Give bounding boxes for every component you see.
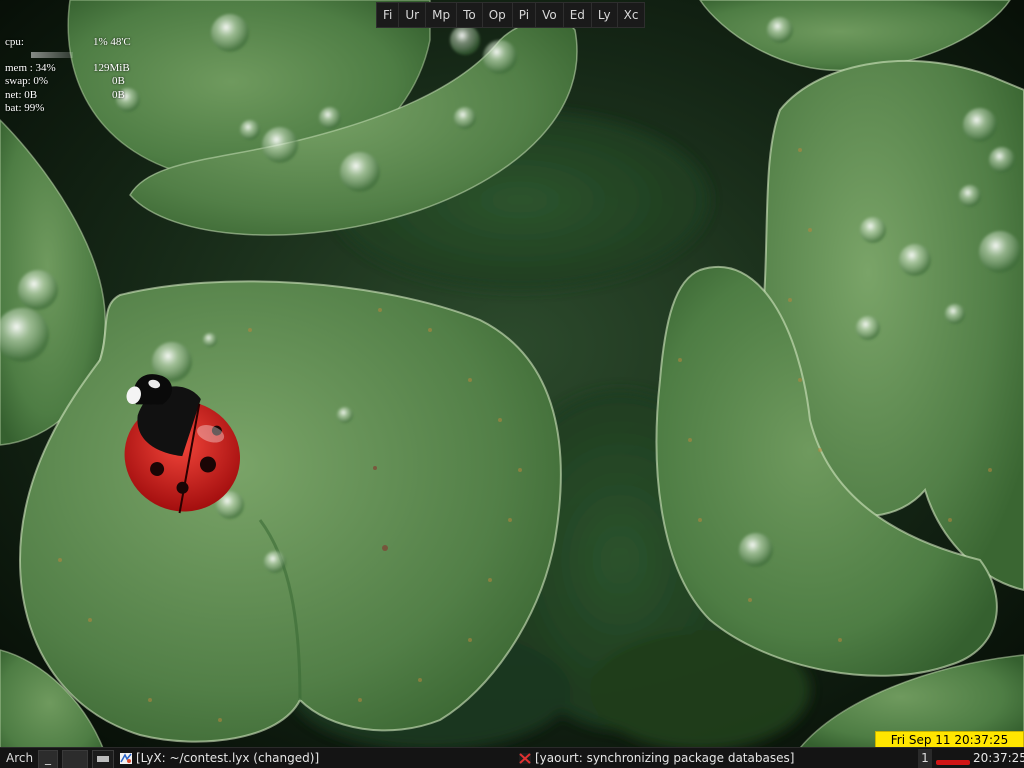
taskbar-item-title: [yaourt: synchronizing package databases… [535,751,795,765]
cpu-label: cpu: [5,36,24,48]
tag-item[interactable]: Op [483,3,513,27]
mem-label: mem : 34% [5,61,56,74]
tag-item[interactable]: Xc [618,3,645,27]
swap-label: swap: 0% [5,75,49,87]
tag-item[interactable]: Mp [426,3,458,27]
battery-bar [936,760,970,765]
desktop: Fi Ur Mp To Op Pi Vo Ed Ly Xc cpu: 1% 48… [0,0,1024,768]
empty-workspace-slot[interactable] [62,750,88,768]
mem-value: 129MiB [93,61,130,74]
battery-label: bat: 99% [5,102,45,114]
taskbar-item-title: [LyX: ~/contest.lyx (changed)] [136,751,320,765]
net-label: net: 0B [5,88,38,101]
tag-item[interactable]: Ed [564,3,592,27]
clock[interactable]: 20:37:25 [973,748,1024,768]
window-list-icon[interactable] [92,750,114,768]
x-terminal-icon [519,753,531,764]
cpu-graph [31,51,73,58]
system-monitor: cpu: 1% 48'C mem : 34% 129MiB swap: 0% 0… [5,36,155,116]
cpu-row: cpu: 1% 48'C [5,36,155,50]
tag-item[interactable]: Ur [399,3,427,27]
start-menu-button[interactable]: Arch [6,748,36,768]
net-value: 0B [112,88,125,101]
cpu-graph-row [5,50,155,62]
tag-item[interactable]: Vo [536,3,564,27]
minimize-button[interactable]: _ [38,750,58,768]
tag-item[interactable]: Fi [377,3,400,27]
taskbar-item-lyx[interactable]: [LyX: ~/contest.lyx (changed)] [118,749,526,768]
tag-item[interactable]: Pi [513,3,537,27]
tag-item[interactable]: To [457,3,483,27]
battery-row: bat: 99% [5,102,155,116]
bottom-panel: Arch _ [LyX: ~/contest.lyx (changed)] [y… [0,747,1024,768]
taskbar-item-terminal[interactable]: [yaourt: synchronizing package databases… [517,749,930,768]
tag-bar: Fi Ur Mp To Op Pi Vo Ed Ly Xc [376,2,646,28]
lyx-app-icon [120,753,132,764]
cpu-value: 1% 48'C [93,36,131,48]
tag-item[interactable]: Ly [592,3,618,27]
net-row: net: 0B 0B [5,89,155,103]
mem-row: mem : 34% 129MiB [5,62,155,76]
swap-value: 0B [112,75,125,87]
desktop-pager[interactable]: 1 [918,749,932,768]
swap-row: swap: 0% 0B [5,75,155,89]
